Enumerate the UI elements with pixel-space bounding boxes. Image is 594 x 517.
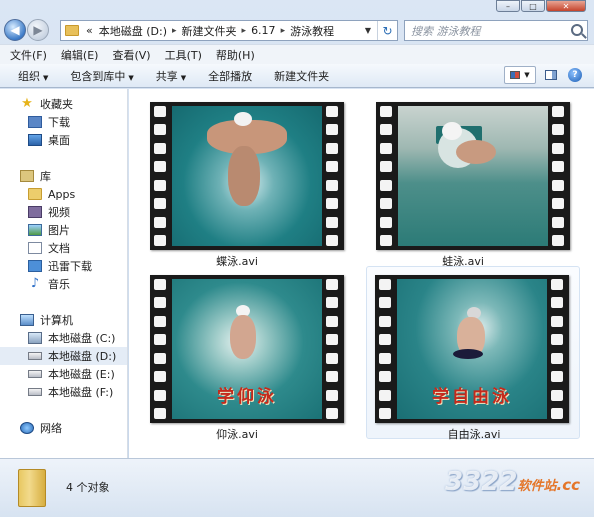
watermark-logo: 3322软件站.cc bbox=[445, 467, 580, 497]
chevron-down-icon: ▼ bbox=[128, 73, 134, 82]
thunder-download-icon bbox=[28, 260, 42, 272]
organize-button[interactable]: 组织 ▼ bbox=[18, 68, 48, 84]
search-placeholder: 搜索 游泳教程 bbox=[411, 24, 481, 38]
view-options-button[interactable]: ▼ bbox=[504, 66, 536, 84]
nav-drive-d[interactable]: 本地磁盘 (D:) bbox=[0, 347, 127, 365]
hard-drive-icon bbox=[28, 370, 42, 378]
forward-button[interactable]: ▶ bbox=[27, 19, 49, 41]
chevron-right-icon[interactable]: ▸ bbox=[172, 26, 177, 36]
search-icon[interactable] bbox=[571, 24, 583, 36]
address-row: ◀ ▶ « 本地磁盘 (D:) ▸ 新建文件夹 ▸ 6.17 ▸ 游泳教程 ▼ … bbox=[0, 0, 594, 44]
file-tile[interactable]: 学自由泳 自由泳.avi bbox=[366, 266, 580, 441]
file-tile[interactable]: 蝶泳.avi bbox=[129, 93, 344, 268]
file-tile[interactable]: 学仰泳 仰泳.avi bbox=[129, 266, 344, 441]
navigation-pane: ★ 收藏夹 下载 桌面 库 Apps 视频 图片 文档 迅雷下载 ♪ 音乐 计算机 … bbox=[0, 89, 128, 458]
system-drive-icon bbox=[28, 332, 42, 344]
nav-drive-f[interactable]: 本地磁盘 (F:) bbox=[0, 383, 127, 401]
downloads-folder-icon bbox=[28, 116, 42, 128]
video-thumbnail bbox=[150, 102, 344, 250]
document-library-icon bbox=[28, 242, 42, 254]
star-icon: ★ bbox=[21, 96, 33, 111]
address-bar[interactable]: « 本地磁盘 (D:) ▸ 新建文件夹 ▸ 6.17 ▸ 游泳教程 ▼ ↻ bbox=[60, 20, 398, 41]
view-options-icon bbox=[510, 71, 521, 79]
toolbar-icons: ▼ ? bbox=[504, 66, 584, 84]
nav-desktop[interactable]: 桌面 bbox=[0, 131, 127, 149]
new-folder-button[interactable]: 新建文件夹 bbox=[274, 68, 329, 84]
nav-favorites[interactable]: ★ 收藏夹 bbox=[0, 95, 127, 113]
music-note-icon: ♪ bbox=[30, 276, 40, 291]
breadcrumb-new-folder[interactable]: 新建文件夹 bbox=[182, 23, 237, 39]
search-input[interactable]: 搜索 游泳教程 bbox=[404, 20, 588, 41]
nav-downloads[interactable]: 下载 bbox=[0, 113, 127, 131]
preview-pane-button[interactable] bbox=[542, 66, 560, 84]
menu-view[interactable]: 查看(V) bbox=[112, 47, 150, 63]
menu-file[interactable]: 文件(F) bbox=[10, 47, 47, 63]
item-count: 4 个对象 bbox=[66, 481, 110, 494]
network-icon bbox=[20, 422, 34, 434]
nav-pictures[interactable]: 图片 bbox=[0, 221, 127, 239]
video-overlay-text: 学自由泳 bbox=[432, 387, 512, 407]
explorer-window: – □ ✕ ◀ ▶ « 本地磁盘 (D:) ▸ 新建文件夹 ▸ 6.17 ▸ 游… bbox=[0, 0, 594, 517]
video-overlay-text: 学仰泳 bbox=[217, 387, 277, 407]
hard-drive-icon bbox=[28, 388, 42, 396]
chevron-down-icon: ▼ bbox=[524, 71, 530, 79]
play-all-button[interactable]: 全部播放 bbox=[208, 68, 252, 84]
chevron-down-icon: ▼ bbox=[43, 73, 49, 82]
chevron-right-icon[interactable]: ▸ bbox=[242, 26, 247, 36]
hard-drive-icon bbox=[28, 352, 42, 360]
breadcrumb-617[interactable]: 6.17 bbox=[251, 24, 276, 37]
nav-thunder-downloads[interactable]: 迅雷下载 bbox=[0, 257, 127, 275]
command-bar: 组织 ▼ 包含到库中 ▼ 共享 ▼ 全部播放 新建文件夹 ▼ ? bbox=[0, 64, 594, 88]
menu-tools[interactable]: 工具(T) bbox=[165, 47, 202, 63]
video-thumbnail: 学自由泳 bbox=[375, 275, 569, 423]
nav-libraries[interactable]: 库 bbox=[0, 167, 127, 185]
video-thumbnail bbox=[376, 102, 570, 250]
folder-icon bbox=[18, 469, 46, 507]
file-list: 蝶泳.avi 蛙泳.avi 学仰泳 仰泳.avi 学自由泳 自由泳.avi bbox=[129, 89, 594, 458]
refresh-icon[interactable]: ↻ bbox=[377, 21, 397, 40]
include-in-library-button[interactable]: 包含到库中 ▼ bbox=[70, 68, 133, 84]
nav-music[interactable]: ♪ 音乐 bbox=[0, 275, 127, 293]
desktop-icon bbox=[28, 134, 42, 146]
breadcrumb-overflow[interactable]: « bbox=[86, 24, 93, 37]
back-button[interactable]: ◀ bbox=[4, 19, 26, 41]
help-icon: ? bbox=[568, 68, 582, 82]
file-name: 自由泳.avi bbox=[447, 428, 501, 441]
preview-pane-icon bbox=[545, 70, 557, 80]
menu-edit[interactable]: 编辑(E) bbox=[61, 47, 99, 63]
library-icon bbox=[20, 170, 34, 182]
arrow-right-icon: ▶ bbox=[33, 23, 43, 37]
nav-drive-e[interactable]: 本地磁盘 (E:) bbox=[0, 365, 127, 383]
nav-network[interactable]: 网络 bbox=[0, 419, 127, 437]
nav-drive-c[interactable]: 本地磁盘 (C:) bbox=[0, 329, 127, 347]
chevron-right-icon[interactable]: ▸ bbox=[281, 26, 286, 36]
video-thumbnail: 学仰泳 bbox=[150, 275, 344, 423]
folder-icon bbox=[28, 188, 42, 200]
nav-apps[interactable]: Apps bbox=[0, 185, 127, 203]
menu-help[interactable]: 帮助(H) bbox=[216, 47, 255, 63]
nav-computer[interactable]: 计算机 bbox=[0, 311, 127, 329]
picture-library-icon bbox=[28, 224, 42, 236]
nav-documents[interactable]: 文档 bbox=[0, 239, 127, 257]
details-pane: 4 个对象 3322软件站.cc bbox=[0, 458, 594, 517]
arrow-left-icon: ◀ bbox=[10, 23, 20, 37]
menu-bar: 文件(F) 编辑(E) 查看(V) 工具(T) 帮助(H) bbox=[0, 44, 594, 64]
breadcrumb-swim-tutorial[interactable]: 游泳教程 bbox=[290, 23, 334, 39]
share-button[interactable]: 共享 ▼ bbox=[156, 68, 186, 84]
chevron-down-icon: ▼ bbox=[180, 73, 187, 82]
folder-icon bbox=[65, 25, 79, 36]
help-button[interactable]: ? bbox=[566, 66, 584, 84]
computer-icon bbox=[20, 314, 34, 326]
video-library-icon bbox=[28, 206, 42, 218]
breadcrumb-drive-d[interactable]: 本地磁盘 (D:) bbox=[99, 23, 167, 39]
nav-videos[interactable]: 视频 bbox=[0, 203, 127, 221]
file-tile[interactable]: 蛙泳.avi bbox=[355, 93, 570, 268]
file-name: 仰泳.avi bbox=[216, 428, 258, 441]
address-dropdown-icon[interactable]: ▼ bbox=[361, 21, 375, 40]
